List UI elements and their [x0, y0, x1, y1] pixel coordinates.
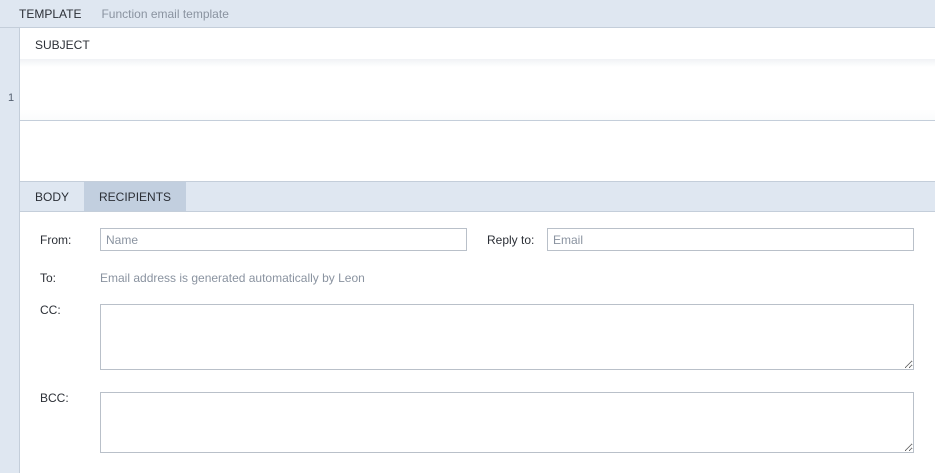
subject-panel: SUBJECT	[19, 28, 935, 182]
reply-to-email-input[interactable]	[547, 228, 914, 251]
editor-tabs: BODY RECIPIENTS	[19, 182, 935, 212]
tab-recipients[interactable]: RECIPIENTS	[84, 182, 187, 211]
bcc-label: BCC:	[40, 391, 69, 405]
from-label: From:	[40, 233, 72, 247]
subject-editor-lower	[20, 122, 935, 181]
template-header: TEMPLATE Function email template	[0, 0, 935, 28]
reply-to-label: Reply to:	[487, 233, 535, 247]
line-gutter: 1	[0, 28, 19, 473]
line-number: 1	[8, 92, 15, 104]
bcc-textarea[interactable]	[100, 392, 914, 453]
from-name-input[interactable]	[100, 228, 467, 251]
tab-body[interactable]: BODY	[20, 182, 84, 211]
template-label: TEMPLATE	[19, 6, 82, 21]
cc-textarea[interactable]	[100, 304, 914, 370]
subject-label: SUBJECT	[35, 38, 90, 52]
to-info-text: Email address is generated automatically…	[100, 271, 365, 285]
to-label: To:	[40, 271, 57, 285]
cc-label: CC:	[40, 303, 61, 317]
subject-editor[interactable]	[20, 59, 935, 121]
template-name: Function email template	[101, 6, 229, 21]
recipients-panel: From: Reply to: To: Email address is gen…	[19, 212, 935, 473]
